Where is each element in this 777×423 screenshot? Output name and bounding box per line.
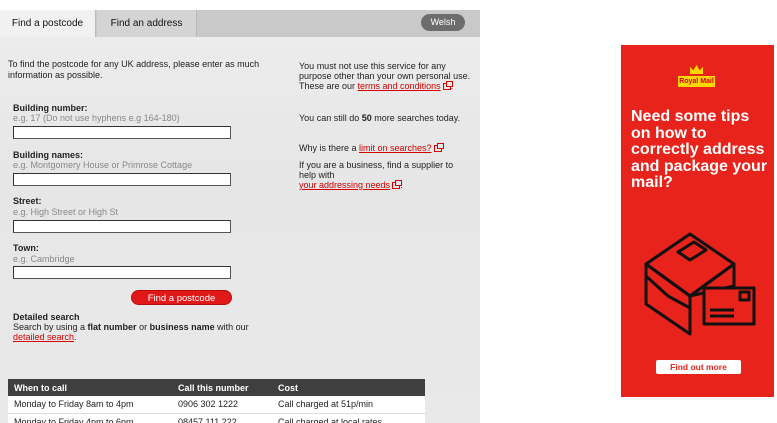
business-text: If you are a business, find a supplier t…: [299, 160, 454, 180]
parcel-and-letter-illustration: [644, 232, 756, 336]
street-hint: e.g. High Street or High St: [13, 207, 119, 217]
find-out-more-button[interactable]: Find out more: [656, 360, 741, 374]
building-names-hint: e.g. Montgomery House or Primrose Cottag…: [13, 160, 193, 170]
town-label: Town:: [13, 243, 39, 253]
column-header: Cost: [272, 379, 425, 396]
table-cell: 0906 302 1222: [172, 396, 272, 414]
building-names-input[interactable]: [13, 173, 231, 186]
detailed-text-part: with our: [214, 322, 249, 332]
town-input[interactable]: [13, 266, 231, 279]
table-cell: Monday to Friday 8am to 4pm: [8, 396, 172, 414]
column-header: Call this number: [172, 379, 272, 396]
detailed-text-part: Search by using a: [13, 322, 88, 332]
table-cell: Monday to Friday 4pm to 6pm: [8, 413, 172, 423]
street-input[interactable]: [13, 220, 231, 233]
building-number-input[interactable]: [13, 126, 231, 139]
usage-notice: You must not use this service for any pu…: [299, 61, 471, 91]
searches-text: You can still do: [299, 113, 362, 123]
intro-text: To find the postcode for any UK address,…: [8, 59, 260, 80]
addressing-needs-link[interactable]: your addressing needs: [299, 180, 390, 190]
town-hint: e.g. Cambridge: [13, 254, 75, 264]
detailed-search-title: Detailed search: [13, 312, 80, 322]
searches-text: more searches today.: [371, 113, 461, 123]
terms-link[interactable]: terms and conditions: [358, 81, 441, 91]
flat-number-emphasis: flat number: [87, 322, 137, 332]
royal-mail-logo: Royal Mail: [678, 65, 715, 87]
why-text: Why is there a: [299, 143, 360, 153]
tab-find-a-postcode[interactable]: Find a postcode: [0, 10, 96, 37]
advert-headline: Need some tips on how to correctly addre…: [631, 108, 768, 191]
table-cell: 08457 111 222: [172, 413, 272, 423]
building-number-label: Building number:: [13, 103, 88, 113]
table-header-row: When to call Call this number Cost: [8, 379, 425, 396]
external-link-icon: [442, 81, 453, 90]
royal-mail-advert[interactable]: Royal Mail Need some tips on how to corr…: [621, 45, 774, 397]
table-row: Monday to Friday 8am to 4pm 0906 302 122…: [8, 396, 425, 414]
find-a-postcode-button[interactable]: Find a postcode: [131, 290, 232, 305]
building-names-label: Building names:: [13, 150, 84, 160]
limit-notice: Why is there a limit on searches?: [299, 143, 471, 153]
detailed-search-link[interactable]: detailed search: [13, 332, 74, 342]
royal-mail-brand: Royal Mail: [678, 76, 715, 87]
external-link-icon: [392, 180, 403, 189]
column-header: When to call: [8, 379, 172, 396]
building-number-hint: e.g. 17 (Do not use hyphens e.g 164-180): [13, 113, 180, 123]
call-charges-table: When to call Call this number Cost Monda…: [8, 379, 425, 423]
search-count-notice: You can still do 50 more searches today.: [299, 113, 471, 123]
street-label: Street:: [13, 196, 42, 206]
business-notice: If you are a business, find a supplier t…: [299, 160, 471, 190]
detailed-text-part: or: [136, 322, 150, 332]
tab-find-an-address[interactable]: Find an address: [97, 10, 197, 37]
crown-icon: [690, 65, 703, 74]
table-row: Monday to Friday 4pm to 6pm 08457 111 22…: [8, 413, 425, 423]
detailed-text-part: .: [74, 332, 77, 342]
business-name-emphasis: business name: [149, 322, 215, 332]
table-cell: Call charged at local rates: [272, 413, 425, 423]
limit-on-searches-link[interactable]: limit on searches?: [359, 143, 432, 153]
detailed-search-text: Search by using a flat number or busines…: [13, 322, 273, 342]
external-link-icon: [433, 143, 444, 152]
welsh-language-button[interactable]: Welsh: [421, 14, 465, 31]
searches-remaining-count: 50: [361, 113, 372, 123]
table-cell: Call charged at 51p/min: [272, 396, 425, 414]
tab-bar: Find a postcode Find an address: [0, 10, 480, 37]
